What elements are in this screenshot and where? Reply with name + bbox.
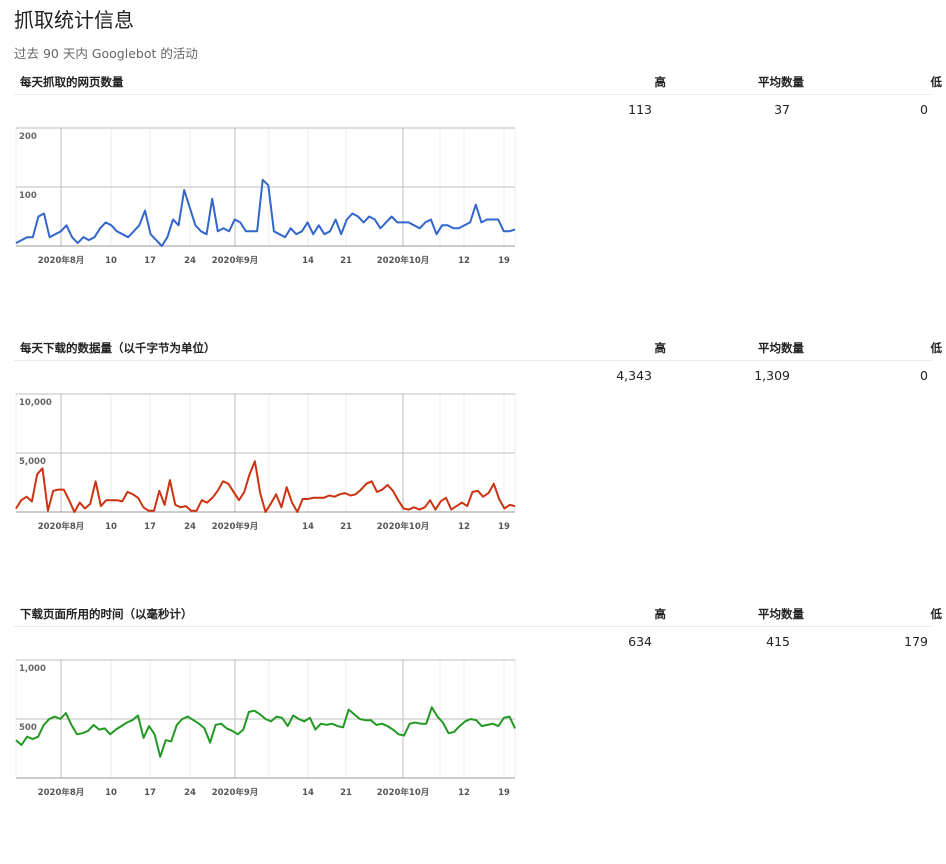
x-tick-label: 2020年8月 (38, 787, 85, 798)
y-tick-label: 100 (19, 191, 37, 201)
page-subtitle: 过去 90 天内 Googlebot 的活动 (14, 46, 198, 61)
x-tick-label: 14 (302, 788, 314, 798)
column-header-low: 低 (930, 75, 943, 89)
x-tick-label: 21 (340, 788, 352, 798)
x-tick-label: 12 (458, 522, 470, 532)
x-tick-label: 24 (184, 788, 196, 798)
x-tick-label: 2020年8月 (38, 521, 85, 532)
section-header: 每天抓取的网页数量 高 平均数量 低 (14, 72, 942, 95)
stat-average-value: 415 (766, 634, 790, 649)
line-chart: 200 100 2020年8月 10 17 24 2020年9月 14 21 2020年10月 12… (15, 127, 516, 266)
page-title: 抓取统计信息 (14, 8, 134, 32)
x-tick-label: 24 (184, 522, 196, 532)
x-tick-label: 17 (144, 522, 156, 532)
x-tick-label: 24 (184, 256, 196, 266)
section-title: 每天抓取的网页数量 (20, 75, 124, 89)
section-title: 每天下载的数据量（以千字节为单位） (20, 341, 216, 355)
x-tick-label: 19 (498, 256, 510, 266)
stat-high-value: 4,343 (616, 368, 652, 383)
y-tick-label: 5,000 (19, 457, 46, 467)
x-tick-label: 12 (458, 788, 470, 798)
stat-average-value: 1,309 (754, 368, 790, 383)
column-header-low: 低 (930, 341, 943, 355)
y-tick-label: 1,000 (19, 664, 46, 674)
x-tick-label: 2020年10月 (377, 255, 430, 266)
x-tick-label: 2020年8月 (38, 255, 85, 266)
stat-low-value: 0 (920, 368, 928, 383)
x-tick-label: 2020年10月 (377, 521, 430, 532)
stat-high-value: 634 (628, 634, 652, 649)
x-tick-label: 2020年9月 (212, 787, 259, 798)
x-tick-label: 2020年10月 (377, 787, 430, 798)
x-tick-label: 2020年9月 (212, 521, 259, 532)
section-title: 下载页面所用的时间（以毫秒计） (20, 607, 193, 621)
download-time-section: 下载页面所用的时间（以毫秒计） 高 平均数量 低 634 415 179 1,0… (0, 604, 946, 864)
line-chart: 10,000 5,000 2020年8月 10 17 24 2020年9月 14 21 2020年… (15, 393, 516, 532)
x-tick-label: 14 (302, 522, 314, 532)
x-tick-label: 17 (144, 788, 156, 798)
column-header-high: 高 (654, 341, 667, 355)
section-header: 下载页面所用的时间（以毫秒计） 高 平均数量 低 (14, 604, 942, 627)
section-header: 每天下载的数据量（以千字节为单位） 高 平均数量 低 (14, 338, 942, 361)
x-tick-label: 14 (302, 256, 314, 266)
x-tick-label: 19 (498, 522, 510, 532)
y-tick-label: 10,000 (19, 398, 52, 408)
x-tick-label: 21 (340, 256, 352, 266)
x-tick-label: 10 (105, 256, 117, 266)
column-header-high: 高 (654, 607, 667, 621)
stat-high-value: 113 (628, 102, 652, 117)
column-header-high: 高 (654, 75, 667, 89)
download-size-section: 每天下载的数据量（以千字节为单位） 高 平均数量 低 4,343 1,309 0… (0, 338, 946, 598)
column-header-average: 平均数量 (758, 341, 804, 355)
stat-low-value: 179 (904, 634, 928, 649)
x-tick-label: 10 (105, 788, 117, 798)
x-tick-label: 12 (458, 256, 470, 266)
crawl-pages-section: 每天抓取的网页数量 高 平均数量 低 113 37 0 200 100 2020年8… (0, 72, 946, 332)
line-chart: 1,000 500 2020年8月 10 17 24 2020年9月 14 21 2020年10月… (15, 659, 516, 798)
x-tick-label: 21 (340, 522, 352, 532)
stat-low-value: 0 (920, 102, 928, 117)
column-header-average: 平均数量 (758, 75, 804, 89)
column-header-low: 低 (930, 607, 943, 621)
column-header-average: 平均数量 (758, 607, 804, 621)
x-tick-label: 10 (105, 522, 117, 532)
x-tick-label: 19 (498, 788, 510, 798)
x-tick-label: 2020年9月 (212, 255, 259, 266)
x-tick-label: 17 (144, 256, 156, 266)
stat-average-value: 37 (774, 102, 790, 117)
y-tick-label: 200 (19, 132, 37, 142)
y-tick-label: 500 (19, 723, 37, 733)
